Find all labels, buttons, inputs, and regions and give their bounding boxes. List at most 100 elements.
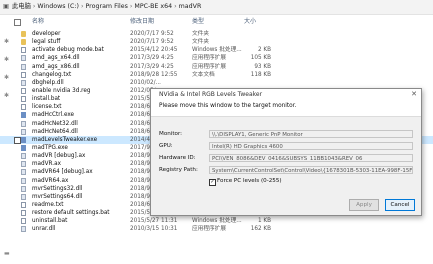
row-checkbox[interactable] (14, 136, 21, 144)
file-type: 文件夹 (192, 31, 210, 37)
file-icon (21, 104, 26, 111)
address-bar[interactable]: ▣ 此电脑 › Windows (C:) › Program Files › MPC-BE x… (0, 0, 433, 15)
gpu-label: GPU: (159, 143, 173, 149)
file-name: developer (32, 31, 61, 37)
close-icon[interactable]: ✕ (411, 89, 417, 100)
dll-icon (21, 128, 26, 135)
breadcrumb-program-files[interactable]: Program Files (86, 3, 128, 10)
chevron-right-icon: › (129, 3, 133, 10)
dll-icon (21, 161, 26, 168)
file-icon (21, 71, 26, 78)
breadcrumb-this-pc[interactable]: 此电脑 (12, 3, 31, 10)
force-pc-levels-checkbox[interactable]: ✓ (209, 179, 216, 186)
file-name: madHcNet32.dll (32, 120, 78, 127)
file-size: 1 KB (257, 218, 271, 225)
column-name[interactable]: 名称 (32, 15, 44, 28)
file-type: 应用程序扩展 (192, 63, 227, 70)
folder-icon (21, 31, 26, 37)
dialog-titlebar[interactable]: NVidia & Intel RGB Levels Tweaker ✕ (151, 89, 421, 100)
force-pc-levels-label[interactable]: Force PC levels (0-255) (217, 178, 282, 184)
file-name: mvrSettings64.dll (32, 193, 83, 200)
dll-icon (21, 185, 26, 192)
monitor-field[interactable]: \\.\DISPLAY1, Generic PnP Monitor (209, 130, 413, 138)
dialog-title: NVidia & Intel RGB Levels Tweaker (159, 91, 263, 98)
folder-icon (21, 39, 26, 46)
dll-icon (21, 63, 26, 70)
file-size: 162 KB (250, 226, 271, 233)
exe-icon (21, 112, 26, 119)
file-name: madVR64.ax (32, 177, 69, 184)
file-type: 文本文档 (192, 71, 215, 78)
file-name: enable nvidia 3d.reg (32, 87, 91, 94)
registry-path-label: Registry Path: (159, 167, 198, 173)
file-icon (21, 210, 26, 217)
file-name: readme.txt (32, 201, 64, 208)
cancel-button[interactable]: Cancel (385, 199, 415, 211)
column-size[interactable]: 大小 (244, 15, 256, 28)
file-icon (21, 96, 26, 103)
file-icon (21, 87, 26, 94)
dll-icon (21, 120, 26, 127)
hardware-id-field[interactable]: PCI\VEN_8086&DEV_0416&SUBSYS_11BB1043&RE… (209, 154, 413, 162)
exe-icon (21, 144, 26, 151)
dll-icon (21, 177, 26, 184)
file-name: legal stuff (32, 39, 61, 46)
file-type: 应用程序扩展 (192, 226, 227, 233)
exe-icon (21, 136, 26, 143)
column-date[interactable]: 修改日期 (130, 15, 154, 28)
file-row[interactable]: dbghelp.dll 2010/02/... (0, 79, 433, 87)
computer-icon: ▣ (3, 3, 9, 10)
levels-tweaker-dialog: NVidia & Intel RGB Levels Tweaker ✕ Plea… (150, 88, 422, 216)
breadcrumb-mpc-be[interactable]: MPC-BE x64 (134, 3, 172, 10)
file-date: 2015/5/27 11:31 (130, 218, 178, 225)
chevron-right-icon: › (80, 3, 84, 10)
dll-icon (21, 55, 26, 62)
file-name: amd_ags_x86.dll (32, 63, 80, 70)
file-date: 2020/7/17 9:52 (130, 39, 174, 46)
file-row[interactable]: legal stuff 2020/7/17 9:52 文件夹 (0, 38, 433, 46)
file-type: 应用程序扩展 (192, 55, 227, 62)
file-date: 2018/9/28 12:55 (130, 71, 178, 78)
file-date: 2010/3/15 10:31 (130, 226, 178, 233)
file-size: 2 KB (257, 47, 271, 54)
file-date: 2015/4/12 20:45 (130, 47, 178, 54)
file-name: restore default settings.bat (32, 210, 110, 217)
file-row[interactable]: uninstall.bat 2015/5/27 11:31 Windows 批处理.… (0, 217, 433, 225)
file-name: madLevelsTweaker.exe (32, 136, 98, 143)
column-type[interactable]: 类型 (192, 15, 204, 28)
breadcrumb-madvr[interactable]: madVR (179, 3, 202, 10)
gpu-field[interactable]: Intel(R) HD Graphics 4600 (209, 142, 413, 150)
file-name: madVR64 [debug].ax (32, 169, 93, 176)
file-name: activate debug mode.bat (32, 47, 104, 54)
file-type: Windows 批处理... (192, 218, 242, 225)
column-header-row: 名称 修改日期 类型 大小 (0, 15, 433, 28)
dll-icon (21, 169, 26, 176)
file-row[interactable]: changelog.txt 2018/9/28 12:55 文本文档 118 KB (0, 71, 433, 79)
chevron-right-icon: › (32, 3, 36, 10)
registry-path-field[interactable]: System\CurrentControlSet\Control\Video\{… (209, 166, 413, 174)
file-row[interactable]: activate debug mode.bat 2015/4/12 20:45 Wi… (0, 46, 433, 54)
select-all-checkbox[interactable] (14, 19, 21, 26)
file-date: 2010/02/... (130, 79, 161, 86)
file-row[interactable]: developer 2020/7/17 9:52 文件夹 (0, 30, 433, 38)
file-name: amd_ags_x64.dll (32, 55, 80, 62)
file-size: 93 KB (254, 63, 271, 70)
file-row[interactable]: amd_ags_x86.dll 2017/3/29 4:25 应用程序扩展 93 KB (0, 63, 433, 71)
file-name: madVR.ax (32, 161, 61, 168)
hardware-id-label: Hardware ID: (159, 155, 196, 161)
apply-button[interactable]: Apply (349, 199, 379, 211)
dll-icon (21, 193, 26, 200)
file-type: 文件夹 (192, 39, 210, 46)
file-row[interactable]: unrar.dll 2010/3/15 10:31 应用程序扩展 162 KB (0, 225, 433, 233)
file-size: 105 KB (250, 55, 271, 62)
breadcrumb-drive[interactable]: Windows (C:) (37, 3, 79, 10)
file-row[interactable]: amd_ags_x64.dll 2017/3/29 4:25 应用程序扩展 105 K… (0, 54, 433, 62)
file-icon (21, 201, 26, 208)
file-name: madHcNet64.dll (32, 128, 78, 135)
file-date: 2017/3/29 4:25 (130, 55, 174, 62)
file-name: license.txt (32, 104, 62, 111)
file-date: 2017/3/29 4:25 (130, 63, 174, 70)
file-name: mvrSettings32.dll (32, 185, 83, 192)
dialog-message: Please move this window to the target mo… (151, 100, 421, 117)
file-name: dbghelp.dll (32, 79, 64, 86)
